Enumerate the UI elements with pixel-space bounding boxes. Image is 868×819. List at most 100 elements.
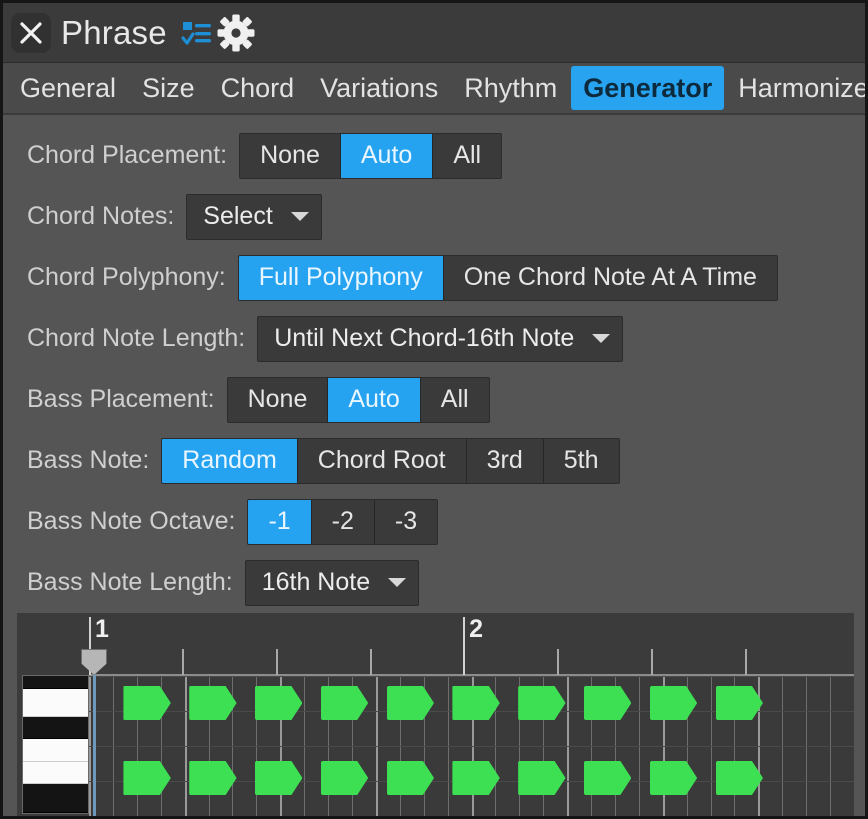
chevron-down-icon: [592, 334, 610, 343]
chord-polyphony-group: Full Polyphony One Chord Note At A Time: [238, 255, 778, 301]
tab-variations[interactable]: Variations: [308, 66, 450, 110]
piano-key-white[interactable]: [23, 689, 88, 717]
bass-placement-all[interactable]: All: [421, 378, 489, 422]
bass-note-chord-root[interactable]: Chord Root: [298, 439, 467, 483]
lane-line: [89, 676, 854, 677]
close-button[interactable]: [11, 13, 51, 53]
row-bass-placement: Bass Placement: None Auto All: [3, 369, 865, 430]
row-chord-note-length: Chord Note Length: Until Next Chord-16th…: [3, 308, 865, 369]
note-block-bass[interactable]: [255, 761, 302, 795]
note-block-chord[interactable]: [452, 686, 499, 720]
chord-polyphony-single[interactable]: One Chord Note At A Time: [444, 256, 777, 300]
note-block-bass[interactable]: [452, 761, 499, 795]
bass-note-octave-minus1[interactable]: -1: [248, 500, 311, 544]
piano-key-white[interactable]: [23, 762, 88, 784]
title-bar: Phrase: [3, 3, 865, 63]
note-block-bass[interactable]: [584, 761, 631, 795]
note-block-chord[interactable]: [716, 686, 763, 720]
chord-placement-group: None Auto All: [239, 133, 502, 179]
tab-general[interactable]: General: [8, 66, 128, 110]
bass-placement-auto[interactable]: Auto: [328, 378, 420, 422]
generator-settings-form: Chord Placement: None Auto All Chord Not…: [3, 115, 865, 613]
beat-tick: [745, 649, 747, 675]
note-block-chord[interactable]: [584, 686, 631, 720]
close-x-icon: [18, 20, 44, 46]
label-chord-note-length: Chord Note Length:: [27, 324, 245, 353]
label-chord-placement: Chord Placement:: [27, 141, 227, 170]
label-chord-polyphony: Chord Polyphony:: [27, 263, 226, 292]
chord-notes-value: Select: [203, 202, 272, 231]
bar-marker: 2: [463, 617, 465, 675]
bass-note-3rd[interactable]: 3rd: [467, 439, 544, 483]
label-bass-note: Bass Note:: [27, 446, 149, 475]
lane-line: [89, 746, 854, 747]
piano-key-black[interactable]: [23, 717, 88, 739]
note-block-bass[interactable]: [650, 761, 697, 795]
bass-note-octave-group: -1 -2 -3: [247, 499, 438, 545]
playhead-line: [93, 675, 96, 816]
bass-note-octave-minus2[interactable]: -2: [312, 500, 375, 544]
piano-key-black[interactable]: [23, 676, 88, 689]
timeline-ruler[interactable]: 12: [89, 613, 854, 675]
chord-note-length-dropdown[interactable]: Until Next Chord-16th Note: [257, 316, 623, 362]
window-title: Phrase: [61, 14, 167, 52]
chord-placement-none[interactable]: None: [240, 134, 341, 178]
note-block-bass[interactable]: [321, 761, 368, 795]
gear-icon[interactable]: [217, 14, 255, 52]
chord-polyphony-full[interactable]: Full Polyphony: [239, 256, 444, 300]
bar-number-label: 2: [469, 615, 483, 644]
chevron-down-icon: [291, 212, 309, 221]
note-block-bass[interactable]: [387, 761, 434, 795]
piano-key-black[interactable]: [23, 784, 88, 813]
tab-rhythm[interactable]: Rhythm: [452, 66, 569, 110]
note-grid[interactable]: [89, 675, 854, 816]
note-block-bass[interactable]: [716, 761, 763, 795]
label-bass-note-octave: Bass Note Octave:: [27, 507, 235, 536]
piano-key-white[interactable]: [23, 739, 88, 761]
row-bass-note-length: Bass Note Length: 16th Note: [3, 552, 865, 613]
chord-placement-all[interactable]: All: [433, 134, 501, 178]
note-block-bass[interactable]: [189, 761, 236, 795]
row-chord-placement: Chord Placement: None Auto All: [3, 125, 865, 186]
chord-notes-dropdown[interactable]: Select: [186, 194, 321, 240]
chevron-down-icon: [388, 578, 406, 587]
bass-note-length-dropdown[interactable]: 16th Note: [245, 560, 419, 606]
beat-tick: [182, 649, 184, 675]
beat-tick: [651, 649, 653, 675]
note-block-chord[interactable]: [518, 686, 565, 720]
checklist-icon[interactable]: [181, 18, 213, 48]
title-bar-icons: [181, 14, 255, 52]
note-block-chord[interactable]: [387, 686, 434, 720]
piano-roll[interactable]: 12: [17, 613, 854, 816]
note-block-chord[interactable]: [189, 686, 236, 720]
chord-note-length-value: Until Next Chord-16th Note: [274, 324, 574, 353]
tab-bar: General Size Chord Variations Rhythm Gen…: [3, 63, 865, 115]
beat-tick: [370, 649, 372, 675]
note-block-chord[interactable]: [255, 686, 302, 720]
bar-number-label: 1: [95, 615, 109, 644]
bass-note-octave-minus3[interactable]: -3: [375, 500, 437, 544]
bass-placement-group: None Auto All: [227, 377, 490, 423]
bass-note-length-value: 16th Note: [262, 568, 370, 597]
note-block-chord[interactable]: [321, 686, 368, 720]
row-chord-notes: Chord Notes: Select: [3, 186, 865, 247]
label-bass-note-length: Bass Note Length:: [27, 568, 233, 597]
note-block-chord[interactable]: [650, 686, 697, 720]
chord-placement-auto[interactable]: Auto: [341, 134, 433, 178]
note-block-chord[interactable]: [123, 686, 170, 720]
row-chord-polyphony: Chord Polyphony: Full Polyphony One Chor…: [3, 247, 865, 308]
piano-keyboard[interactable]: [22, 675, 89, 814]
bass-note-random[interactable]: Random: [162, 439, 298, 483]
tab-harmonize[interactable]: Harmonize: [726, 66, 868, 110]
label-chord-notes: Chord Notes:: [27, 202, 174, 231]
row-bass-note: Bass Note: Random Chord Root 3rd 5th: [3, 430, 865, 491]
bass-note-5th[interactable]: 5th: [544, 439, 619, 483]
bass-placement-none[interactable]: None: [228, 378, 329, 422]
row-bass-note-octave: Bass Note Octave: -1 -2 -3: [3, 491, 865, 552]
tab-chord[interactable]: Chord: [209, 66, 307, 110]
note-block-bass[interactable]: [518, 761, 565, 795]
note-block-bass[interactable]: [123, 761, 170, 795]
tab-size[interactable]: Size: [130, 66, 207, 110]
phrase-window: Phrase: [0, 0, 868, 819]
tab-generator[interactable]: Generator: [571, 66, 724, 110]
